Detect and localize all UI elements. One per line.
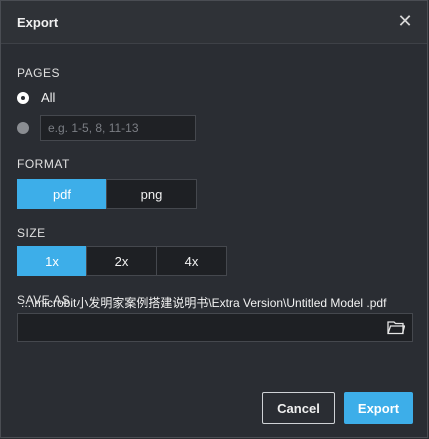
export-button[interactable]: Export (344, 392, 413, 424)
dialog-title: Export (17, 15, 59, 30)
format-selector: pdf png (17, 179, 197, 209)
size-option-1x[interactable]: 1x (17, 246, 87, 276)
pages-range-input[interactable] (40, 115, 196, 141)
size-label: SIZE (17, 226, 46, 240)
format-option-png[interactable]: png (106, 179, 197, 209)
cancel-button[interactable]: Cancel (262, 392, 335, 424)
pages-all-radio[interactable] (17, 92, 29, 104)
size-option-2x[interactable]: 2x (86, 246, 157, 276)
close-icon[interactable]: ✕ (395, 11, 415, 31)
format-label: FORMAT (17, 157, 70, 171)
size-option-4x[interactable]: 4x (156, 246, 227, 276)
size-selector: 1x 2x 4x (17, 246, 227, 276)
pages-range-radio[interactable] (17, 122, 29, 134)
dialog-titlebar: Export ✕ (1, 1, 427, 44)
pages-label: PAGES (17, 66, 60, 80)
format-option-pdf[interactable]: pdf (17, 179, 107, 209)
folder-icon[interactable] (387, 320, 405, 335)
save-path-text: ...\microbit小发明家案例搭建说明书\Extra Version\Un… (21, 296, 387, 310)
export-dialog: Export ✕ PAGES All FORMAT pdf png SIZE 1… (0, 0, 428, 438)
save-path-field[interactable] (17, 313, 413, 342)
pages-all-label: All (41, 90, 56, 105)
